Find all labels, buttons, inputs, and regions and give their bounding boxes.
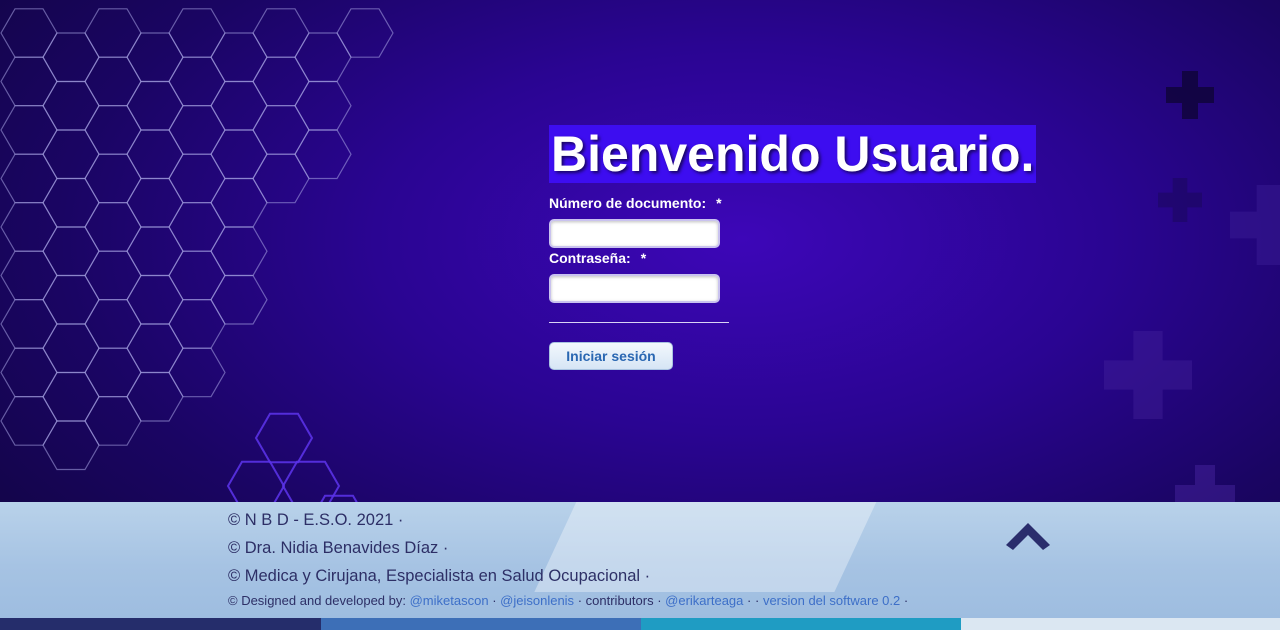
cross-shape (1230, 185, 1280, 265)
hexagon-shape (126, 371, 184, 422)
hexagon-shape (252, 8, 310, 58)
hexagon-shape (42, 80, 100, 131)
hexagon-shape (42, 371, 100, 422)
required-mark: * (716, 195, 722, 211)
hexagon-shape (84, 299, 142, 349)
footer-credits: © Designed and developed by: @miketascon… (228, 593, 908, 608)
hexagon-shape (0, 105, 58, 155)
hexagon-shape (126, 274, 184, 325)
hexagon-shape (84, 8, 142, 58)
hexagon-shape (84, 202, 142, 252)
hexagon-shape (84, 347, 142, 398)
login-button[interactable]: Iniciar sesión (549, 342, 673, 370)
hexagon-shape (168, 8, 226, 58)
hexagon-shape (0, 8, 58, 58)
hexagon-shape (168, 299, 226, 349)
document-label: Número de documento: * (549, 195, 722, 211)
footer-color-strip (0, 618, 321, 630)
hexagon-shape (42, 177, 100, 228)
credits-prefix: © Designed and developed by: (228, 593, 406, 608)
dev-link-miketascon[interactable]: @miketascon (410, 593, 489, 608)
hexagon-shape (210, 226, 268, 277)
contributors-label: contributors · (585, 593, 662, 608)
separator: · (577, 593, 583, 608)
hexagon-shape (0, 202, 58, 252)
password-input[interactable] (549, 274, 720, 303)
hexagon-shape (294, 32, 352, 83)
hexagon-shape (281, 460, 341, 505)
hexagon-shape (168, 202, 226, 252)
welcome-title: Bienvenido Usuario. (549, 125, 1037, 183)
hexagon-shape (42, 420, 100, 471)
required-mark: * (640, 250, 647, 266)
hexagon-shape (84, 153, 142, 204)
footer-color-strip (961, 618, 1280, 630)
footer: © N B D - E.S.O. 2021 · © Dra. Nidia Ben… (0, 502, 1280, 618)
footer-color-strip (641, 618, 961, 630)
footer-doctor: © Dra. Nidia Benavides Díaz · (228, 539, 449, 557)
cross-shape (1175, 465, 1235, 505)
hexagon-shape (126, 32, 184, 83)
document-input[interactable] (549, 219, 720, 248)
hexagon-shape (210, 129, 268, 180)
hexagon-shape (0, 250, 58, 301)
separator: · (492, 593, 497, 608)
hexagon-shape (42, 323, 100, 374)
password-label-text: Contraseña: (549, 250, 631, 266)
hexagon-shape (254, 412, 314, 464)
form-divider (549, 322, 729, 323)
version-link[interactable]: version del software 0.2 (763, 593, 900, 608)
hexagon-shape (126, 323, 184, 374)
hexagon-shape (0, 153, 58, 204)
hexagon-shape (42, 129, 100, 180)
hexagon-shape (84, 56, 142, 107)
separator: · · (747, 593, 760, 608)
hexagon-shape (210, 177, 268, 228)
hexagon-shape (168, 56, 226, 107)
hexagon-shape (168, 153, 226, 204)
hexagon-shape (84, 105, 142, 155)
cross-shape (1166, 71, 1214, 119)
hexagon-shape (210, 32, 268, 83)
footer-color-strip (321, 618, 641, 630)
hexagon-shape (226, 460, 286, 505)
hexagon-shape (84, 396, 142, 446)
chevron-up-icon[interactable] (1005, 519, 1051, 553)
hexagon-shape (210, 274, 268, 325)
hexagon-shape (126, 80, 184, 131)
hexagon-shape (168, 105, 226, 155)
hexagon-shape (126, 177, 184, 228)
hexagon-shape (252, 105, 310, 155)
hexagon-shape (42, 274, 100, 325)
separator: · (903, 593, 909, 608)
hexagon-shape (42, 226, 100, 277)
hexagon-shape (294, 80, 352, 131)
document-label-text: Número de documento: (549, 195, 707, 211)
hexagon-shape (252, 56, 310, 107)
password-label: Contraseña: * (549, 250, 646, 266)
footer-copyright: © N B D - E.S.O. 2021 · (228, 511, 404, 529)
hexagon-shape (168, 347, 226, 398)
contributor-link-erikarteaga[interactable]: @erikarteaga (665, 593, 743, 608)
hexagon-shape (0, 56, 58, 107)
hexagon-shape (126, 226, 184, 277)
hexagon-shape (126, 129, 184, 180)
dev-link-jeisonlenis[interactable]: @jeisonlenis (500, 593, 574, 608)
hexagon-shape (0, 299, 58, 349)
hexagon-shape (252, 153, 310, 204)
hexagon-shape (0, 347, 58, 398)
hexagon-shape (294, 129, 352, 180)
cross-shape (1104, 331, 1193, 420)
cross-shape (1158, 178, 1202, 223)
hexagon-shape (84, 250, 142, 301)
hexagon-shape (210, 80, 268, 131)
hexagon-shape (0, 396, 58, 446)
footer-specialty: © Medica y Cirujana, Especialista en Sal… (228, 567, 651, 585)
hexagon-shape (168, 250, 226, 301)
hexagon-shape (42, 32, 100, 83)
hexagon-shape (336, 8, 394, 58)
